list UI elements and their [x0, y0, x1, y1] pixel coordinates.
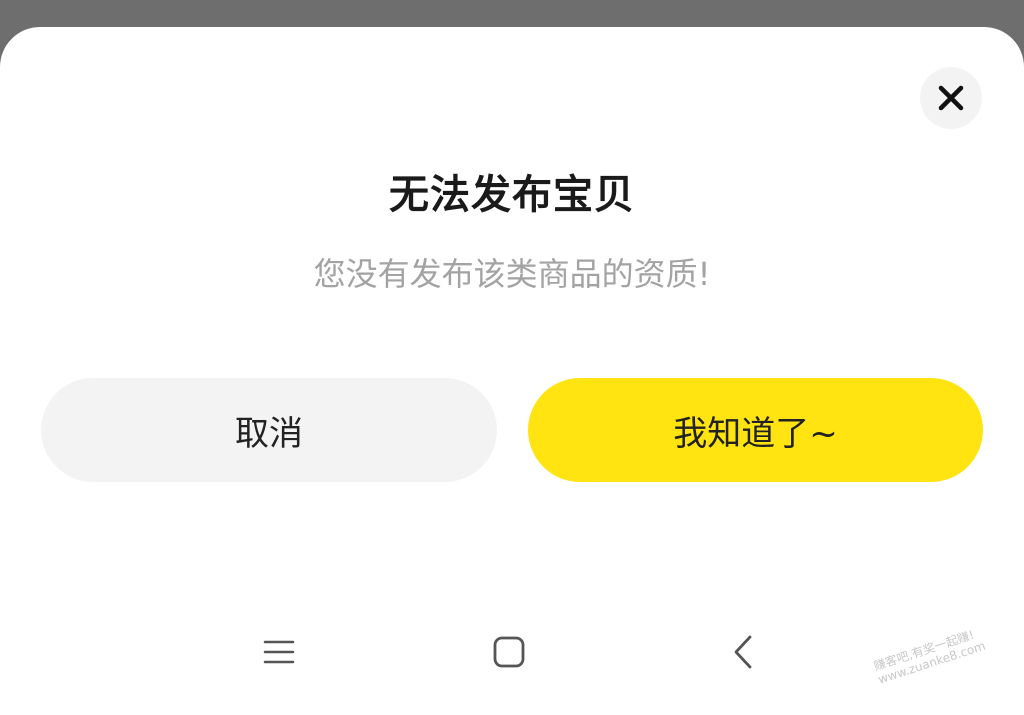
close-icon [938, 85, 964, 111]
back-icon [734, 635, 752, 669]
home-button[interactable] [479, 612, 539, 692]
menu-icon [263, 640, 295, 664]
dialog-title: 无法发布宝贝 [389, 172, 635, 218]
confirm-button[interactable]: 我知道了~ [528, 378, 983, 482]
back-button[interactable] [713, 612, 773, 692]
home-icon [493, 636, 525, 668]
confirm-button-label: 我知道了~ [673, 413, 838, 454]
menu-button[interactable] [249, 612, 309, 692]
dialog-sheet: 无法发布宝贝 您没有发布该类商品的资质! 取消 我知道了~ [0, 27, 1024, 715]
cancel-button[interactable]: 取消 [41, 378, 497, 482]
cancel-button-label: 取消 [235, 413, 303, 454]
system-navigation-bar [0, 612, 1024, 692]
dialog-message: 您没有发布该类商品的资质! [313, 255, 711, 293]
close-button[interactable] [920, 67, 982, 129]
